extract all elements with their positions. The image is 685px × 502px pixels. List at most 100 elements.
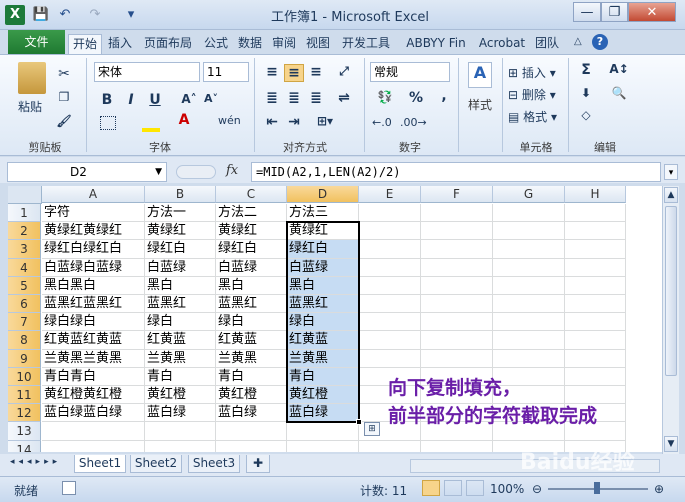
cell-a1[interactable]: 字符 — [42, 204, 145, 223]
cell-b8[interactable]: 红黄蓝 — [145, 331, 216, 350]
page-break-view-icon[interactable] — [466, 480, 484, 496]
row-header[interactable]: 3 — [8, 240, 41, 259]
cell-g7[interactable] — [493, 313, 565, 332]
zoom-in-icon[interactable]: ⊕ — [654, 482, 666, 496]
cell-e4[interactable] — [359, 258, 421, 277]
new-sheet-icon[interactable]: ✚ — [246, 455, 270, 473]
row-header[interactable]: 12 — [8, 404, 41, 423]
close-button[interactable]: ✕ — [628, 2, 676, 22]
cell-f3[interactable] — [421, 240, 493, 259]
cell-e9[interactable] — [359, 349, 421, 368]
paste-button[interactable]: 粘贴 — [18, 98, 48, 115]
cell-c6[interactable]: 蓝黑红 — [216, 295, 287, 314]
font-color-icon[interactable]: A — [176, 112, 192, 128]
cell-c11[interactable]: 黄红橙 — [216, 386, 287, 405]
number-format-combo[interactable]: 常规 — [370, 62, 450, 82]
tab-page-layout[interactable]: 页面布局 — [138, 34, 198, 54]
cell-b1[interactable]: 方法一 — [145, 204, 216, 223]
cell-c4[interactable]: 白蓝绿 — [216, 258, 287, 277]
cell-c9[interactable]: 兰黄黑 — [216, 349, 287, 368]
cell-b4[interactable]: 白蓝绿 — [145, 258, 216, 277]
cell-f14[interactable] — [421, 440, 493, 452]
cell-a10[interactable]: 青白青白 — [42, 367, 145, 386]
cell-a14[interactable] — [42, 440, 145, 452]
cell-f1[interactable] — [421, 204, 493, 223]
increase-indent-icon[interactable]: ⇥ — [284, 114, 304, 130]
align-right-icon[interactable]: ≣ — [306, 90, 326, 106]
grow-font-button[interactable]: A˄ — [180, 92, 198, 106]
cell-a13[interactable] — [42, 422, 145, 441]
cell-b10[interactable]: 青白 — [145, 367, 216, 386]
row-header[interactable]: 11 — [8, 386, 41, 405]
sheet-tab-sheet3[interactable]: Sheet3 — [188, 455, 240, 473]
cell-b6[interactable]: 蓝黑红 — [145, 295, 216, 314]
find-select-icon[interactable]: 🔍 — [608, 86, 630, 100]
tab-file[interactable]: 文件 — [8, 30, 65, 54]
column-header-f[interactable]: F — [421, 186, 493, 203]
zoom-level[interactable]: 100% — [490, 482, 530, 496]
cell-d14[interactable] — [287, 440, 359, 452]
cell-c14[interactable] — [216, 440, 287, 452]
column-header-h[interactable]: H — [565, 186, 626, 203]
cell-a2[interactable]: 黄绿红黄绿红 — [42, 222, 145, 241]
undo-icon[interactable]: ↶ — [56, 6, 74, 24]
row-header[interactable]: 9 — [8, 349, 41, 368]
cell-h2[interactable] — [565, 222, 626, 241]
cell-g6[interactable] — [493, 295, 565, 314]
cell-c7[interactable]: 绿白 — [216, 313, 287, 332]
chevron-down-icon[interactable]: ▼ — [155, 163, 162, 181]
cell-f5[interactable] — [421, 276, 493, 295]
cell-b2[interactable]: 黄绿红 — [145, 222, 216, 241]
name-box[interactable]: D2 ▼ — [7, 162, 167, 182]
cell-h5[interactable] — [565, 276, 626, 295]
cell-g2[interactable] — [493, 222, 565, 241]
minimize-ribbon-icon[interactable]: △ — [574, 36, 588, 50]
cell-e6[interactable] — [359, 295, 421, 314]
cell-e8[interactable] — [359, 331, 421, 350]
merge-center-icon[interactable]: ⊞▾ — [310, 114, 340, 128]
insert-cells-button[interactable]: ⊞ 插入 ▾ — [508, 64, 562, 81]
sheet-tab-sheet1[interactable]: Sheet1 — [74, 455, 126, 473]
tab-home[interactable]: 开始 — [68, 34, 102, 54]
comma-button[interactable]: , — [436, 88, 452, 104]
tab-team[interactable]: 团队 — [532, 34, 562, 54]
cell-e1[interactable] — [359, 204, 421, 223]
tab-insert[interactable]: 插入 — [104, 34, 136, 54]
cell-g3[interactable] — [493, 240, 565, 259]
row-header[interactable]: 8 — [8, 331, 41, 350]
cell-a5[interactable]: 黑白黑白 — [42, 276, 145, 295]
cell-a8[interactable]: 红黄蓝红黄蓝 — [42, 331, 145, 350]
cell-b7[interactable]: 绿白 — [145, 313, 216, 332]
cell-f6[interactable] — [421, 295, 493, 314]
minimize-button[interactable]: — — [573, 2, 601, 22]
cell-h3[interactable] — [565, 240, 626, 259]
cell-a6[interactable]: 蓝黑红蓝黑红 — [42, 295, 145, 314]
row-header[interactable]: 5 — [8, 276, 41, 295]
cell-b9[interactable]: 兰黄黑 — [145, 349, 216, 368]
column-header-b[interactable]: B — [145, 186, 216, 203]
cell-g5[interactable] — [493, 276, 565, 295]
zoom-out-icon[interactable]: ⊖ — [532, 482, 544, 496]
orientation-icon[interactable]: ⤢ — [334, 64, 354, 79]
align-left-icon[interactable]: ≣ — [262, 90, 282, 106]
cell-c3[interactable]: 绿红白 — [216, 240, 287, 259]
scroll-up-icon[interactable]: ▲ — [664, 187, 678, 203]
row-header[interactable]: 14 — [8, 440, 41, 452]
vertical-scrollbar[interactable]: ▲ ▼ — [662, 186, 679, 454]
row-header[interactable]: 7 — [8, 313, 41, 332]
align-center-icon[interactable]: ≣ — [284, 90, 304, 106]
cell-c1[interactable]: 方法二 — [216, 204, 287, 223]
cell-b13[interactable] — [145, 422, 216, 441]
zoom-slider-thumb[interactable] — [594, 482, 600, 494]
cell-a11[interactable]: 黄红橙黄红橙 — [42, 386, 145, 405]
cell-b12[interactable]: 蓝白绿 — [145, 404, 216, 423]
row-header[interactable]: 10 — [8, 367, 41, 386]
row-header[interactable]: 6 — [8, 295, 41, 314]
shrink-font-button[interactable]: A˅ — [202, 92, 220, 105]
formula-input[interactable]: =MID(A2,1,LEN(A2)/2) — [251, 162, 661, 182]
row-header[interactable]: 4 — [8, 258, 41, 277]
tab-review[interactable]: 审阅 — [268, 34, 300, 54]
cell-e3[interactable] — [359, 240, 421, 259]
tab-acrobat[interactable]: Acrobat — [474, 34, 530, 54]
sort-filter-icon[interactable]: A↕ — [608, 62, 630, 76]
